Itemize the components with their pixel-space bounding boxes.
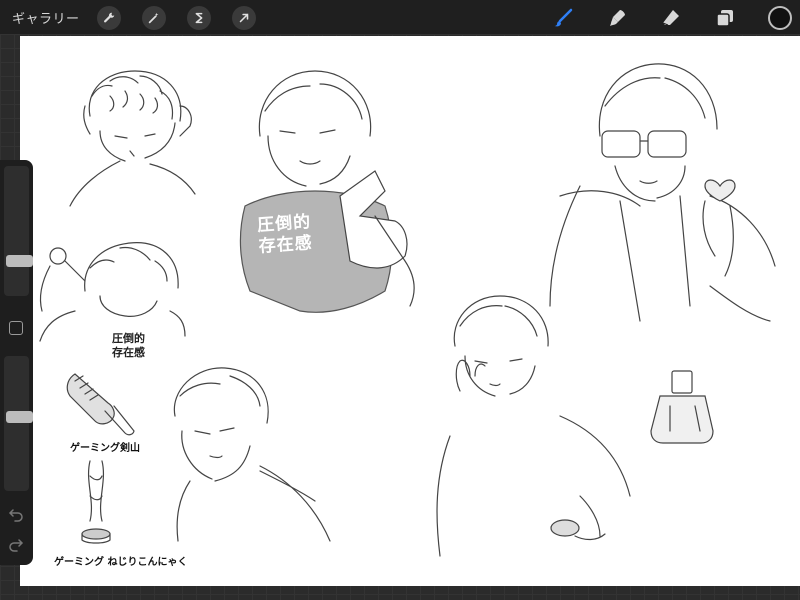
- shirt-text: 圧倒的 存在感: [256, 212, 314, 257]
- wrench-icon[interactable]: [97, 6, 121, 30]
- selection-icon[interactable]: [187, 6, 211, 30]
- opacity-thumb[interactable]: [6, 411, 33, 423]
- undo-icon[interactable]: [8, 506, 24, 522]
- eraser-icon[interactable]: [658, 5, 684, 31]
- sketch-curly-hair-head: [69, 70, 196, 207]
- transform-arrow-icon[interactable]: [232, 6, 256, 30]
- sketch-hair-brush: [66, 373, 135, 436]
- modify-square-icon[interactable]: [9, 321, 23, 335]
- brush-size-slider[interactable]: [4, 166, 33, 296]
- sketch-artwork: [39, 63, 776, 557]
- redo-icon[interactable]: [8, 536, 24, 552]
- sketch-face-lower-left: [173, 367, 331, 542]
- sketch-twisted-object: [81, 460, 111, 544]
- brush-icon[interactable]: [550, 5, 576, 31]
- layers-icon[interactable]: [712, 5, 738, 31]
- gallery-button[interactable]: ギャラリー: [12, 8, 80, 27]
- sketch-lip-guy: [436, 295, 631, 557]
- top-toolbar: ギャラリー: [0, 0, 800, 34]
- label-brush: ゲーミング剣山: [70, 443, 140, 454]
- brush-size-thumb[interactable]: [6, 255, 33, 267]
- sketch-hairdryer-head: [39, 242, 186, 342]
- sketch-peace-sign-guy: [239, 70, 415, 313]
- sketch-perfume-bottle: [650, 370, 714, 444]
- magic-wand-icon[interactable]: [142, 6, 166, 30]
- sketch-glasses-guy: [549, 63, 776, 322]
- opacity-slider[interactable]: [4, 356, 33, 491]
- smudge-icon[interactable]: [604, 5, 630, 31]
- label-twist: ゲーミング ねじりこんにゃく: [54, 557, 188, 568]
- left-sidebar: [0, 160, 33, 565]
- drawing-canvas[interactable]: 圧倒的 存在感 圧倒的 存在感 ゲーミング剣山 ゲーミング ねじりこんにゃく: [20, 36, 800, 586]
- color-swatch[interactable]: [768, 6, 792, 30]
- shirt-small-text: 圧倒的 存在感: [112, 332, 145, 359]
